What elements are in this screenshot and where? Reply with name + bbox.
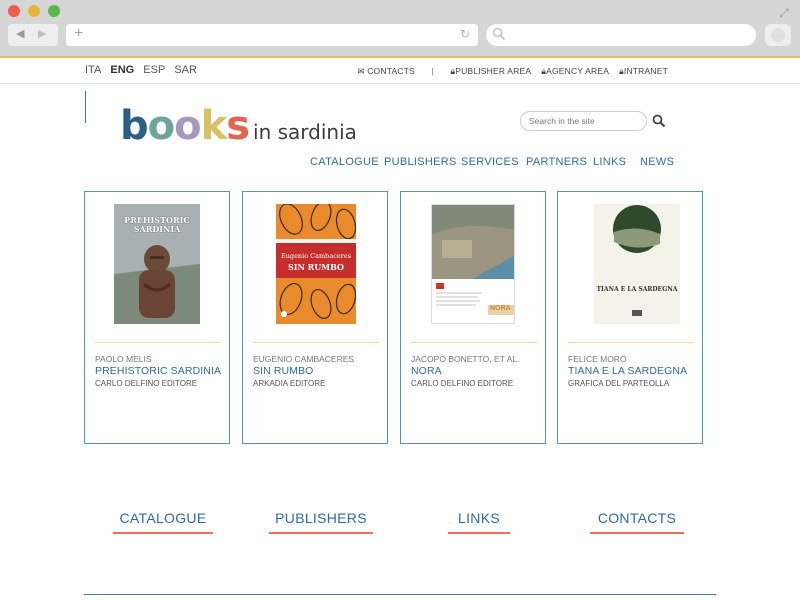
close-window-button[interactable]	[8, 5, 20, 17]
site-logo[interactable]: books in sardinia	[120, 105, 357, 147]
footer-link-label: PUBLISHERS	[275, 510, 367, 526]
nav-publishers[interactable]: PUBLISHERS	[384, 156, 457, 168]
lang-eng[interactable]: ENG	[110, 64, 134, 76]
book-card[interactable]: PREHISTORIC SARDINIA PAOLO MELIS PREHIST…	[84, 191, 230, 444]
agency-area-label: AGENCY AREA	[546, 66, 609, 76]
logo-letter-b: b	[120, 103, 149, 149]
link-underline	[448, 532, 510, 534]
lang-esp[interactable]: ESP	[143, 64, 165, 76]
nav-partners[interactable]: PARTNERS	[526, 156, 587, 168]
new-tab-icon[interactable]: +	[74, 25, 83, 43]
cover-title: SIN RUMBO	[288, 262, 344, 272]
footer-link-label: CATALOGUE	[119, 510, 207, 526]
history-nav: ◀ ▶	[8, 24, 58, 46]
agency-area-link[interactable]: 🔒︎AGENCY AREA	[541, 66, 608, 76]
lang-sar[interactable]: SAR	[174, 64, 197, 76]
site-search-input[interactable]: Search in the site	[520, 111, 647, 131]
book-cover[interactable]: TIANA E LA SARDEGNA	[594, 204, 680, 324]
link-underline	[269, 532, 373, 534]
cover-title: NORA	[490, 305, 511, 312]
profile-icon	[771, 28, 785, 42]
footer-link-contacts[interactable]: CONTACTS	[590, 510, 684, 534]
search-icon	[492, 27, 506, 41]
logo-letter-s: s	[226, 103, 250, 149]
minimize-window-button[interactable]	[28, 5, 40, 17]
browser-chrome: ⤢ ◀ ▶ + ↻	[0, 0, 800, 56]
cover-author: Eugenio Cambaceres	[280, 252, 351, 260]
footer-divider	[84, 594, 716, 595]
web-page: ITA ENG ESP SAR ✉ CONTACTS | 🔒︎PUBLISHER…	[0, 56, 800, 600]
book-cover[interactable]: PREHISTORIC SARDINIA	[114, 204, 200, 324]
top-utility-bar: ITA ENG ESP SAR ✉ CONTACTS | 🔒︎PUBLISHER…	[0, 58, 800, 84]
book-author: FELICE MORO	[568, 354, 627, 364]
lang-ita[interactable]: ITA	[85, 64, 101, 76]
reload-icon[interactable]: ↻	[460, 27, 470, 41]
cover-title: PREHISTORIC SARDINIA	[124, 215, 190, 234]
intranet-label: INTRANET	[623, 66, 668, 76]
book-card[interactable]: NORA JACOPO BONETTO, ET AL. NORA CARLO D…	[400, 191, 546, 444]
book-author: JACOPO BONETTO, ET AL.	[411, 354, 520, 364]
nav-news[interactable]: NEWS	[640, 156, 674, 168]
footer-link-links[interactable]: LINKS	[448, 510, 510, 534]
card-divider	[411, 342, 537, 343]
nav-catalogue[interactable]: CATALOGUE	[310, 156, 379, 168]
link-underline	[590, 532, 684, 534]
intranet-link[interactable]: 🔒︎INTRANET	[619, 66, 668, 76]
book-card[interactable]: Eugenio Cambaceres SIN RUMBO EUGENIO CAM…	[242, 191, 388, 444]
publisher-area-label: PUBLISHER AREA	[455, 66, 531, 76]
footer-link-label: LINKS	[458, 510, 500, 526]
book-publisher: CARLO DELFINO EDITORE	[411, 379, 514, 388]
book-publisher: CARLO DELFINO EDITORE	[95, 379, 198, 388]
envelope-icon: ✉	[357, 66, 365, 76]
nav-services[interactable]: SERVICES	[461, 156, 519, 168]
forward-arrow-icon[interactable]: ▶	[38, 27, 46, 40]
logo-letter-o1: o	[147, 103, 176, 149]
header-accent-line	[85, 91, 86, 123]
nav-links[interactable]: LINKS	[593, 156, 626, 168]
browser-search-bar[interactable]	[486, 24, 756, 46]
link-underline	[113, 532, 213, 534]
book-title[interactable]: NORA	[411, 365, 442, 377]
logo-letter-k: k	[200, 103, 228, 149]
logo-letter-o2: o	[174, 103, 202, 149]
fullscreen-icon[interactable]: ⤢	[777, 6, 791, 20]
contacts-link-label: CONTACTS	[367, 66, 415, 76]
cover-title: TIANA E LA SARDEGNA	[596, 286, 678, 293]
footer-link-publishers[interactable]: PUBLISHERS	[269, 510, 373, 534]
publisher-area-link[interactable]: 🔒︎PUBLISHER AREA	[450, 66, 530, 76]
book-title[interactable]: PREHISTORIC SARDINIA	[95, 365, 221, 377]
footer-link-label: CONTACTS	[597, 510, 677, 526]
book-author: EUGENIO CAMBACERES	[253, 354, 355, 364]
book-title[interactable]: TIANA E LA SARDEGNA	[568, 365, 687, 377]
main-navigation: CATALOGUE PUBLISHERS SERVICES PARTNERS L…	[0, 156, 800, 172]
maximize-window-button[interactable]	[48, 5, 60, 17]
book-publisher: GRAFICA DEL PARTEOLLA	[568, 379, 670, 388]
book-card[interactable]: TIANA E LA SARDEGNA FELICE MORO TIANA E …	[557, 191, 703, 444]
card-divider	[95, 342, 221, 343]
back-arrow-icon[interactable]: ◀	[16, 27, 24, 40]
card-divider	[253, 342, 379, 343]
search-icon[interactable]	[652, 114, 666, 128]
book-publisher: ARKADIA EDITORE	[253, 379, 326, 388]
contacts-link[interactable]: ✉ CONTACTS	[357, 66, 415, 76]
footer-link-catalogue[interactable]: CATALOGUE	[113, 510, 213, 534]
utility-links: ✉ CONTACTS | 🔒︎PUBLISHER AREA 🔒︎AGENCY A…	[349, 66, 668, 77]
book-cover[interactable]: NORA	[431, 204, 515, 324]
browser-menu-button[interactable]	[765, 24, 791, 46]
logo-suffix: in sardinia	[253, 120, 357, 144]
book-author: PAOLO MELIS	[95, 354, 152, 364]
address-bar[interactable]: + ↻	[66, 24, 478, 46]
book-cover[interactable]: Eugenio Cambaceres SIN RUMBO	[276, 204, 356, 324]
separator: |	[431, 66, 434, 76]
card-divider	[568, 342, 694, 343]
book-title[interactable]: SIN RUMBO	[253, 365, 313, 377]
language-switcher: ITA ENG ESP SAR	[85, 64, 203, 76]
